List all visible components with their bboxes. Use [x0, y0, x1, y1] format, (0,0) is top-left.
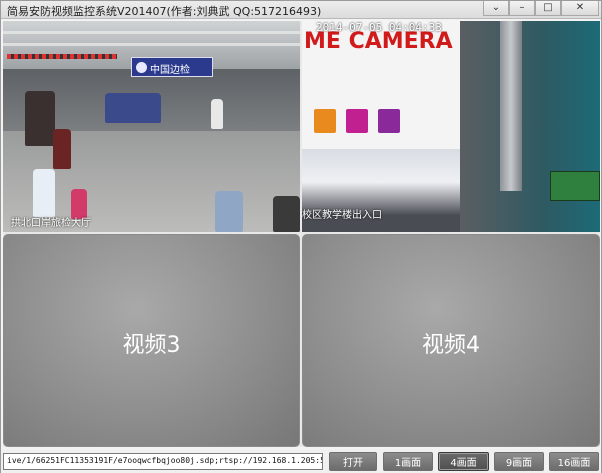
video1-beam	[3, 43, 300, 46]
stream-url-input[interactable]: ive/1/66251FC11353191F/e7ooqwcfbqjoo80j.…	[3, 453, 323, 470]
emblem-icon	[136, 62, 147, 73]
app-window: 简易安防视频监控系统V201407(作者:刘典武 QQ:517216493) ⌄…	[0, 0, 602, 473]
video-panel-4[interactable]: 视频4	[302, 234, 600, 447]
video1-person	[33, 169, 55, 217]
video1-person	[211, 99, 223, 129]
close-button[interactable]: ✕	[561, 1, 599, 16]
video2-tile-daynight	[378, 109, 400, 133]
video2-circuit-board	[550, 171, 600, 201]
video1-sign: 中国边检	[131, 57, 213, 77]
layout-4-button[interactable]: 4画面	[438, 452, 489, 471]
video2-pillar	[500, 21, 522, 191]
video1-sign-text: 中国边检	[150, 65, 190, 76]
video1-person	[53, 129, 71, 169]
maximize-button[interactable]: □	[535, 1, 561, 16]
video1-person	[215, 191, 243, 232]
window-menu-button[interactable]: ⌄	[483, 1, 509, 16]
video2-poster: ME CAMERA	[302, 21, 460, 232]
minimize-button[interactable]: –	[509, 1, 535, 16]
video1-caption: 拱北口岸旅检大厅	[11, 218, 91, 229]
open-button[interactable]: 打开	[329, 452, 377, 471]
video2-timestamp: 2014-07-05 04:04:33	[316, 21, 442, 34]
video3-label: 视频3	[122, 333, 181, 358]
video1-person	[25, 91, 55, 146]
layout-9-button[interactable]: 9画面	[494, 452, 544, 471]
video1-queue	[105, 93, 161, 123]
title-bar[interactable]: 简易安防视频监控系统V201407(作者:刘典武 QQ:517216493) ⌄…	[1, 1, 601, 19]
video-panel-1[interactable]: 中国边检 拱北口岸旅检大厅	[3, 21, 300, 232]
layout-16-button[interactable]: 16画面	[549, 452, 599, 471]
video4-label: 视频4	[422, 333, 480, 358]
control-bar: ive/1/66251FC11353191F/e7ooqwcfbqjoo80j.…	[1, 449, 601, 473]
layout-1-button[interactable]: 1画面	[383, 452, 433, 471]
video2-caption: 校区教学楼出入口	[302, 210, 382, 221]
window-title: 简易安防视频监控系统V201407(作者:刘典武 QQ:517216493)	[7, 5, 322, 18]
video2-tile-ir	[346, 109, 368, 133]
video1-led-ticker	[7, 54, 117, 59]
video-panel-2[interactable]: ME CAMERA 2014-07-05 04:04:33 校区教学楼出入口	[302, 21, 600, 232]
video1-person	[273, 196, 300, 232]
window-controls: ⌄ – □ ✕	[483, 1, 599, 17]
video1-beam	[3, 31, 300, 34]
video-panel-3[interactable]: 视频3	[3, 234, 300, 447]
video-grid: 中国边检 拱北口岸旅检大厅 ME CAMERA 2014-07-05 04:04…	[3, 21, 600, 447]
video2-tile-ip66	[314, 109, 336, 133]
